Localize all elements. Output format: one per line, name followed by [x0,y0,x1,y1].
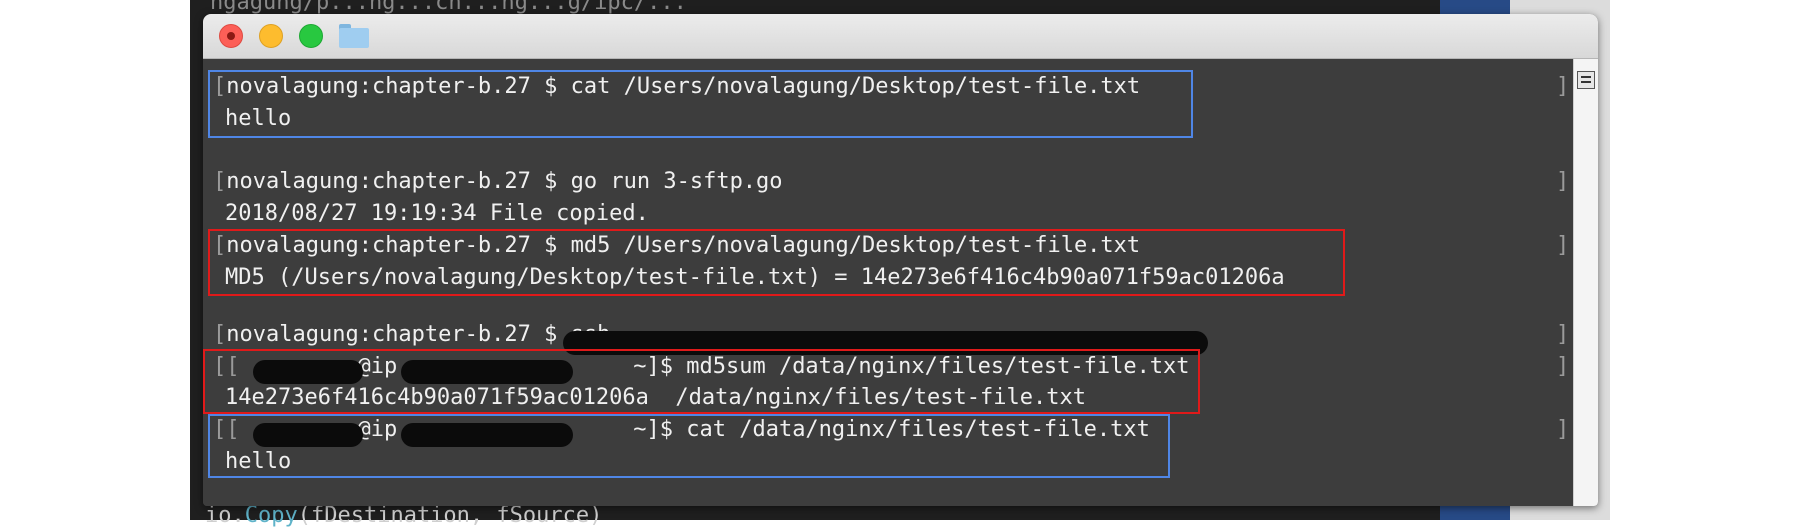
line-end-bracket: ] [1556,354,1570,379]
scroll-menu-icon[interactable] [1577,71,1595,89]
terminal-line: [novalagung:chapter-b.27 $ ssh [213,322,611,347]
minimize-icon[interactable] [259,24,283,48]
highlight-box-local-md5 [208,229,1345,296]
background-code-prefix: io. [205,503,245,528]
highlight-box-remote-cat [208,414,1170,478]
background-code-function: Copy [244,503,298,528]
terminal-scrollbar[interactable] [1573,59,1598,506]
close-icon[interactable] [219,24,243,48]
line-end-bracket: ] [1556,74,1570,99]
line-end-bracket: ] [1556,322,1570,347]
line-end-bracket: ] [1556,233,1570,258]
line-end-bracket: ] [1556,417,1570,442]
terminal-window: [novalagung:chapter-b.27 $ cat /Users/no… [203,14,1598,506]
highlight-box-local-cat [208,70,1193,138]
folder-icon [339,24,369,48]
terminal-output[interactable]: [novalagung:chapter-b.27 $ cat /Users/no… [203,59,1573,506]
terminal-line: 2018/08/27 19:19:34 File copied. [225,201,649,226]
line-end-bracket: ] [1556,169,1570,194]
background-code-line: io.Copy(fDestination, fSource) [205,503,602,528]
background-top-text: ngagung/p...ng...ch...ng...g/ipc/... [210,0,687,15]
highlight-box-remote-md5 [203,349,1200,414]
maximize-icon[interactable] [299,24,323,48]
terminal-line: [novalagung:chapter-b.27 $ go run 3-sftp… [213,169,783,194]
background-code-args: (fDestination, fSource) [297,503,603,528]
window-titlebar[interactable] [203,14,1598,59]
